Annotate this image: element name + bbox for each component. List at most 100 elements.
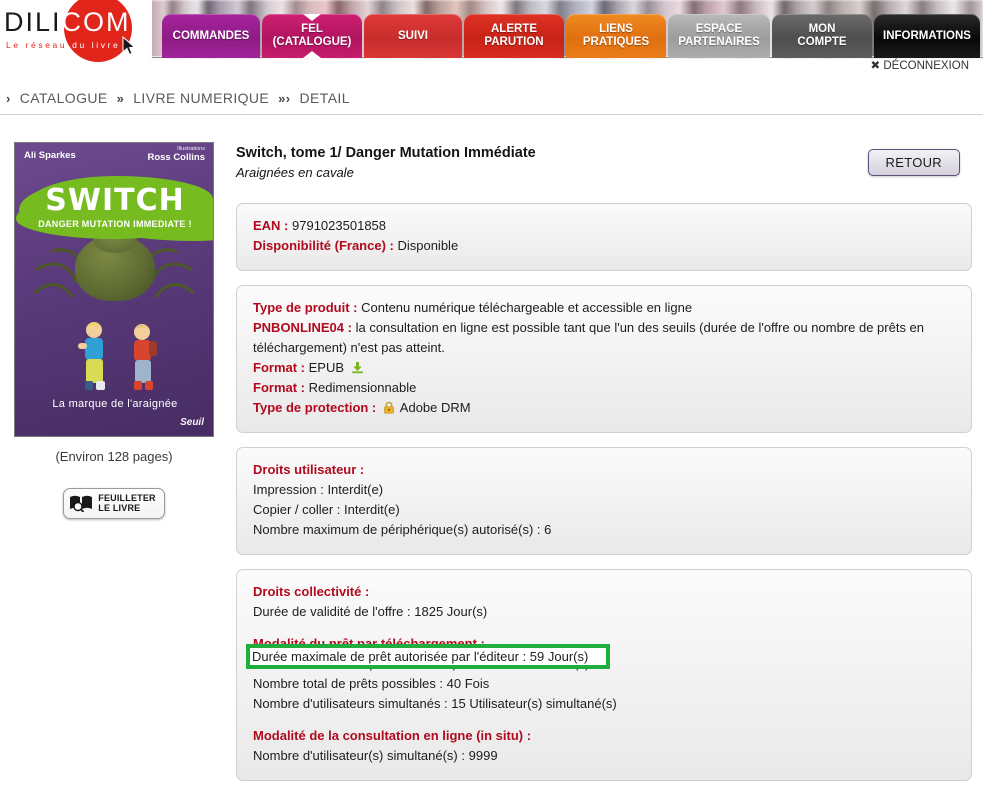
tab-suivi-label: SUIVI	[397, 29, 429, 42]
panel-user-rights: Droits utilisateur : Impression : Interd…	[236, 446, 972, 555]
lock-icon	[384, 401, 394, 414]
download-icon[interactable]	[351, 361, 364, 374]
logo-tagline-a: Le réseau	[6, 40, 68, 50]
collectivity-heading-label: Droits collectivité :	[253, 583, 370, 599]
product-code-label: PNBONLINE04 :	[253, 319, 352, 335]
breadcrumb-item-livre-numerique[interactable]: LIVRE NUMERIQUE	[133, 90, 269, 106]
breadcrumb-item-catalogue[interactable]: CATALOGUE	[20, 90, 108, 106]
cover-child-right	[134, 324, 157, 390]
cover-tagline: La marque de l'araignée	[52, 398, 178, 410]
format-epub-value: EPUB	[308, 359, 345, 375]
back-button[interactable]: RETOUR	[867, 149, 960, 176]
breadcrumb-sep-2: »	[116, 90, 125, 106]
protection-value: Adobe DRM	[399, 399, 471, 415]
tab-compte-label2: COMPTE	[797, 36, 847, 48]
print-label: Impression :	[253, 481, 324, 497]
tab-alerte-label: ALERTE	[491, 23, 537, 36]
book-cover-image: Ali Sparkes Illustrations Ross Collins S…	[14, 142, 214, 437]
max-devices-label: Nombre maximum de périphérique(s) autori…	[253, 521, 541, 537]
panel-product-type: Type de produit : Contenu numérique télé…	[236, 284, 972, 433]
offer-duration-label: Durée de validité de l'offre :	[253, 603, 411, 619]
product-type-label: Type de produit :	[253, 299, 358, 315]
max-devices-row: Nombre maximum de périphérique(s) autori…	[253, 520, 955, 540]
ean-row: EAN : 9791023501858	[253, 216, 955, 236]
cover-illustrator-kicker: Illustrations	[177, 146, 205, 152]
insitu-users-row: Nombre d'utilisateur(s) simultané(s) : 9…	[253, 746, 955, 766]
logo-wordmark: DILICOM	[4, 9, 131, 36]
ean-label: EAN :	[253, 217, 289, 233]
tab-alerte-label2: PARUTION	[484, 36, 544, 48]
page-count: (Environ 128 pages)	[55, 449, 173, 464]
tab-fel-label2: (CATALOGUE)	[272, 36, 352, 48]
collectivity-heading: Droits collectivité :	[253, 582, 955, 602]
tab-informations-label: INFORMATIONS	[883, 29, 971, 42]
tab-commandes-label: COMMANDES	[172, 29, 250, 42]
cover-illustrator-name: Ross Collins	[147, 152, 205, 163]
tab-fel[interactable]: FEL (CATALOGUE)	[262, 14, 362, 58]
protection-label: Type de protection :	[253, 399, 377, 415]
simultaneous-users-value: 15 Utilisateur(s) simultané(s)	[451, 695, 617, 711]
highlight-annotation-text: Durée maximale de prêt autorisée par l'é…	[252, 648, 589, 664]
insitu-heading: Modalité de la consultation en ligne (in…	[253, 726, 955, 746]
breadcrumb: › CATALOGUE » LIVRE NUMERIQUE »› DETAIL	[0, 86, 983, 110]
availability-row: Disponibilité (France) : Disponible	[253, 236, 955, 256]
breadcrumb-sep-3: »›	[278, 90, 291, 106]
product-code-value: la consultation en ligne est possible ta…	[253, 319, 925, 355]
tab-commandes[interactable]: COMMANDES	[162, 14, 260, 58]
format-resizable-value: Redimensionnable	[308, 379, 417, 395]
cover-author: Ali Sparkes	[24, 150, 76, 161]
preview-book-button[interactable]: FEUILLETER LE LIVRE	[63, 488, 165, 519]
tab-espace-label: ESPACE	[695, 23, 743, 36]
total-loans-label: Nombre total de prêts possibles :	[253, 675, 444, 691]
format-resizable-row: Format : Redimensionnable	[253, 378, 955, 398]
cover-child-left	[78, 322, 105, 390]
simultaneous-users-row: Nombre d'utilisateurs simultanés : 15 Ut…	[253, 694, 955, 714]
tab-liens-label2: PRATIQUES	[582, 36, 650, 48]
product-title-block: Switch, tome 1/ Danger Mutation Immédiat…	[236, 144, 536, 180]
open-book-magnifier-icon	[70, 496, 93, 513]
panel-identity: EAN : 9791023501858 Disponibilité (Franc…	[236, 202, 972, 271]
user-identity: EMMANUEL TYRODE - ACCELYA (3026900001000…	[694, 75, 969, 77]
format-epub-label: Format :	[253, 359, 305, 375]
product-type-row: Type de produit : Contenu numérique télé…	[253, 298, 955, 318]
breadcrumb-sep-1: ›	[6, 90, 11, 106]
page-title: Switch, tome 1/ Danger Mutation Immédiat…	[236, 145, 536, 161]
insitu-users-value: 9999	[468, 747, 498, 763]
logo-tagline: Le réseau du livre	[6, 40, 120, 50]
format-resizable-label: Format :	[253, 379, 305, 395]
tab-fel-label: FEL	[301, 23, 323, 36]
insitu-heading-label: Modalité de la consultation en ligne (in…	[253, 727, 532, 743]
main-navigation-tabs: COMMANDES FEL (CATALOGUE) SUIVI ALERTE P…	[162, 14, 980, 58]
tab-informations[interactable]: INFORMATIONS	[874, 14, 980, 58]
logo-word-com: COM	[61, 7, 131, 37]
print-value: Interdit(e)	[327, 481, 384, 497]
logo-word-dili: DILI	[4, 7, 62, 37]
total-loans-value: 40 Fois	[446, 675, 490, 691]
copy-paste-label: Copier / coller :	[253, 501, 341, 517]
tab-liens-label: LIENS	[599, 23, 633, 36]
ean-value: 9791023501858	[292, 217, 387, 233]
product-subtitle: Araignées en cavale	[236, 164, 354, 180]
left-column: Ali Sparkes Illustrations Ross Collins S…	[0, 132, 228, 519]
logout-link[interactable]: ✖ DÉCONNEXION	[694, 59, 969, 75]
tab-espace-partenaires[interactable]: ESPACE PARTENAIRES	[668, 14, 770, 58]
tab-mon-compte[interactable]: MON COMPTE	[772, 14, 872, 58]
product-title-row: Switch, tome 1/ Danger Mutation Immédiat…	[232, 132, 978, 180]
cover-title: SWITCH	[45, 183, 185, 218]
tab-liens-pratiques[interactable]: LIENS PRATIQUES	[566, 14, 666, 58]
print-row: Impression : Interdit(e)	[253, 480, 955, 500]
panel-collectivity-rights: Droits collectivité : Durée de validité …	[236, 568, 972, 781]
offer-duration-value: 1825 Jour(s)	[414, 603, 488, 619]
cover-illustrator: Illustrations Ross Collins	[147, 146, 205, 163]
availability-value: Disponible	[397, 237, 459, 253]
tab-espace-label2: PARTENAIRES	[678, 36, 760, 48]
right-column: Switch, tome 1/ Danger Mutation Immédiat…	[232, 132, 978, 795]
breadcrumb-divider	[0, 114, 983, 115]
preview-book-label: FEUILLETER LE LIVRE	[98, 493, 156, 514]
user-rights-heading: Droits utilisateur :	[253, 460, 955, 480]
site-header: DILICOM Le réseau du livre COMMANDES FEL…	[0, 0, 983, 76]
insitu-users-label: Nombre d'utilisateur(s) simultané(s) :	[253, 747, 465, 763]
tab-alerte-parution[interactable]: ALERTE PARUTION	[464, 14, 564, 58]
tab-suivi[interactable]: SUIVI	[364, 14, 462, 58]
